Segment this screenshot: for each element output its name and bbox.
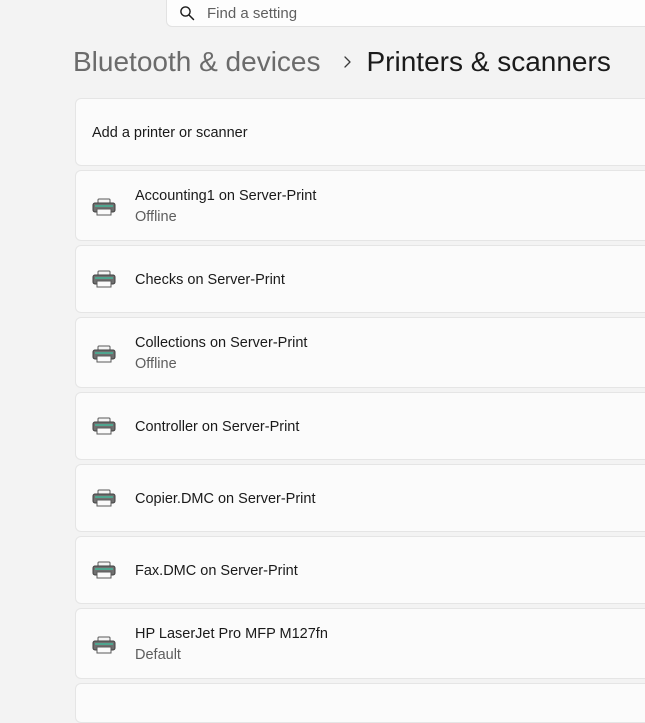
search-box[interactable] bbox=[166, 0, 645, 27]
printer-name: Fax.DMC on Server-Print bbox=[135, 563, 298, 579]
printer-name: Accounting1 on Server-Print bbox=[135, 188, 317, 204]
printer-icon bbox=[92, 636, 116, 654]
printer-item-controller[interactable]: Controller on Server-Print bbox=[75, 392, 645, 460]
printer-icon bbox=[92, 345, 116, 363]
printer-item-collections[interactable]: Collections on Server-Print Offline bbox=[75, 317, 645, 388]
printer-icon bbox=[92, 198, 116, 216]
printer-status: Default bbox=[135, 647, 181, 663]
printer-item-partial[interactable] bbox=[75, 683, 645, 723]
printer-item-accounting1[interactable]: Accounting1 on Server-Print Offline bbox=[75, 170, 645, 241]
printer-item-checks[interactable]: Checks on Server-Print bbox=[75, 245, 645, 313]
printer-name: Checks on Server-Print bbox=[135, 272, 285, 288]
printer-name: HP LaserJet Pro MFP M127fn bbox=[135, 626, 328, 642]
search-input[interactable] bbox=[207, 3, 607, 23]
printer-item-fax-dmc[interactable]: Fax.DMC on Server-Print bbox=[75, 536, 645, 604]
add-printer-label: Add a printer or scanner bbox=[92, 125, 248, 141]
page-title: Printers & scanners bbox=[366, 46, 611, 77]
breadcrumb-parent-bluetooth-devices[interactable]: Bluetooth & devices bbox=[73, 46, 321, 78]
add-printer-button[interactable]: Add a printer or scanner bbox=[75, 98, 645, 166]
printer-name: Copier.DMC on Server-Print bbox=[135, 491, 316, 507]
printer-icon bbox=[92, 561, 116, 579]
printer-name: Collections on Server-Print bbox=[135, 335, 308, 351]
printer-icon bbox=[92, 270, 116, 288]
printer-icon bbox=[92, 489, 116, 507]
search-icon bbox=[180, 6, 195, 21]
printer-status: Offline bbox=[135, 209, 177, 225]
printer-icon bbox=[92, 417, 116, 435]
chevron-right-icon bbox=[343, 56, 351, 68]
printer-name: Controller on Server-Print bbox=[135, 419, 300, 435]
printer-status: Offline bbox=[135, 356, 177, 372]
printer-item-hp-laserjet[interactable]: HP LaserJet Pro MFP M127fn Default bbox=[75, 608, 645, 679]
breadcrumb: Bluetooth & devices Printers & scanners bbox=[73, 42, 611, 82]
printer-item-copier-dmc[interactable]: Copier.DMC on Server-Print bbox=[75, 464, 645, 532]
